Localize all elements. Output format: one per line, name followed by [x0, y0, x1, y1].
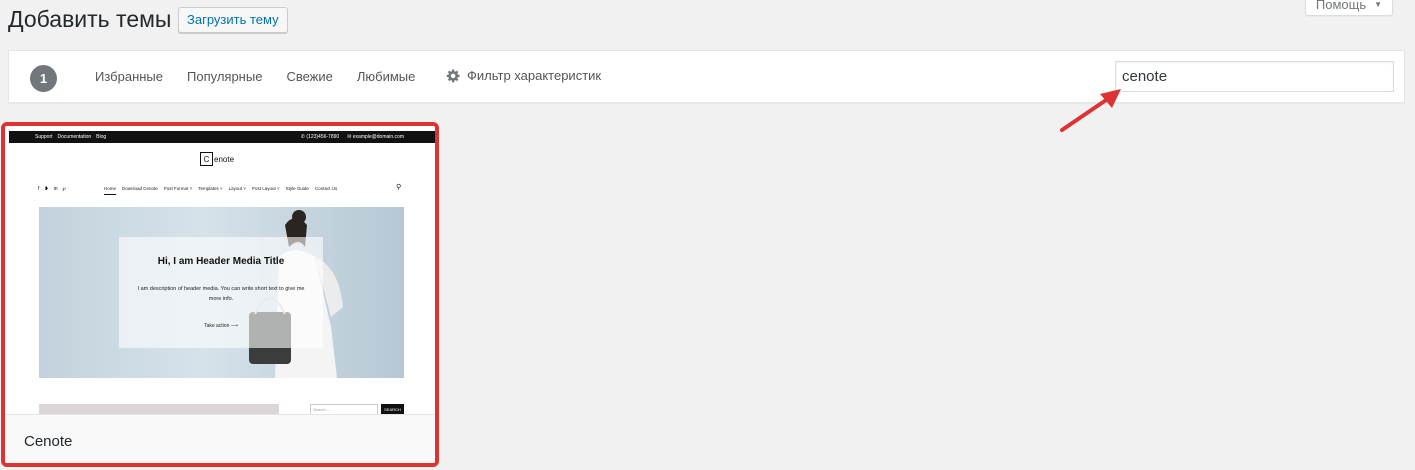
preview-social-icons: f ❥ in ℘	[38, 186, 66, 192]
preview-hero: Hi, I am Header Media Title I am descrip…	[39, 207, 404, 378]
preview-logo: Cenote	[200, 152, 234, 166]
preview-top-link: Blog	[96, 134, 107, 140]
filter-popular[interactable]: Популярные	[187, 69, 262, 84]
hero-cta: Take action ⟶	[204, 323, 238, 329]
theme-screenshot[interactable]: Support Documentation Blog ✆ (123)456-78…	[9, 131, 435, 418]
theme-count-badge: 1	[30, 65, 57, 92]
hero-description: I am description of header media. You ca…	[137, 286, 305, 302]
hero-text-box: Hi, I am Header Media Title I am descrip…	[119, 237, 323, 348]
preview-email: ✉ example@domain.com	[347, 134, 404, 140]
theme-filter-bar: 1 Избранные Популярные Свежие Любимые Фи…	[8, 50, 1405, 103]
hero-title: Hi, I am Header Media Title	[157, 256, 285, 267]
filter-links: Избранные Популярные Свежие Любимые	[95, 69, 415, 84]
preview-phone: ✆ (123)456-7890	[300, 134, 340, 140]
pinterest-icon: ℘	[62, 186, 67, 192]
page-title: Добавить темы	[8, 6, 172, 32]
filter-featured[interactable]: Избранные	[95, 69, 163, 84]
theme-name-bar: Cenote	[5, 414, 435, 463]
facebook-icon: f	[38, 186, 40, 192]
theme-card[interactable]: Support Documentation Blog ✆ (123)456-78…	[1, 122, 439, 467]
annotation-arrow-icon	[1060, 89, 1121, 132]
help-tab-label: Помощь	[1315, 0, 1367, 12]
theme-name: Cenote	[24, 433, 73, 450]
preview-top-link: Support	[35, 134, 53, 140]
caret-down-icon: ▼	[1374, 0, 1383, 9]
gear-icon	[446, 69, 460, 83]
preview-nav: Home Download Cenote Post Format ˅ Templ…	[104, 186, 337, 195]
linkedin-icon: in	[53, 186, 58, 192]
help-tab[interactable]: Помощь ▼	[1305, 0, 1393, 16]
preview-top-link: Documentation	[57, 134, 92, 140]
theme-search-input[interactable]: cenote	[1115, 61, 1394, 92]
twitter-icon: ❥	[44, 186, 49, 192]
upload-theme-button[interactable]: Загрузить тему	[178, 7, 288, 33]
feature-filter-button[interactable]: Фильтр характеристик	[446, 68, 601, 83]
preview-topbar: Support Documentation Blog ✆ (123)456-78…	[9, 131, 435, 143]
feature-filter-label: Фильтр характеристик	[467, 68, 602, 83]
preview-search-icon: ⚲	[396, 184, 402, 191]
filter-favorites[interactable]: Любимые	[357, 69, 416, 84]
filter-latest[interactable]: Свежие	[286, 69, 332, 84]
